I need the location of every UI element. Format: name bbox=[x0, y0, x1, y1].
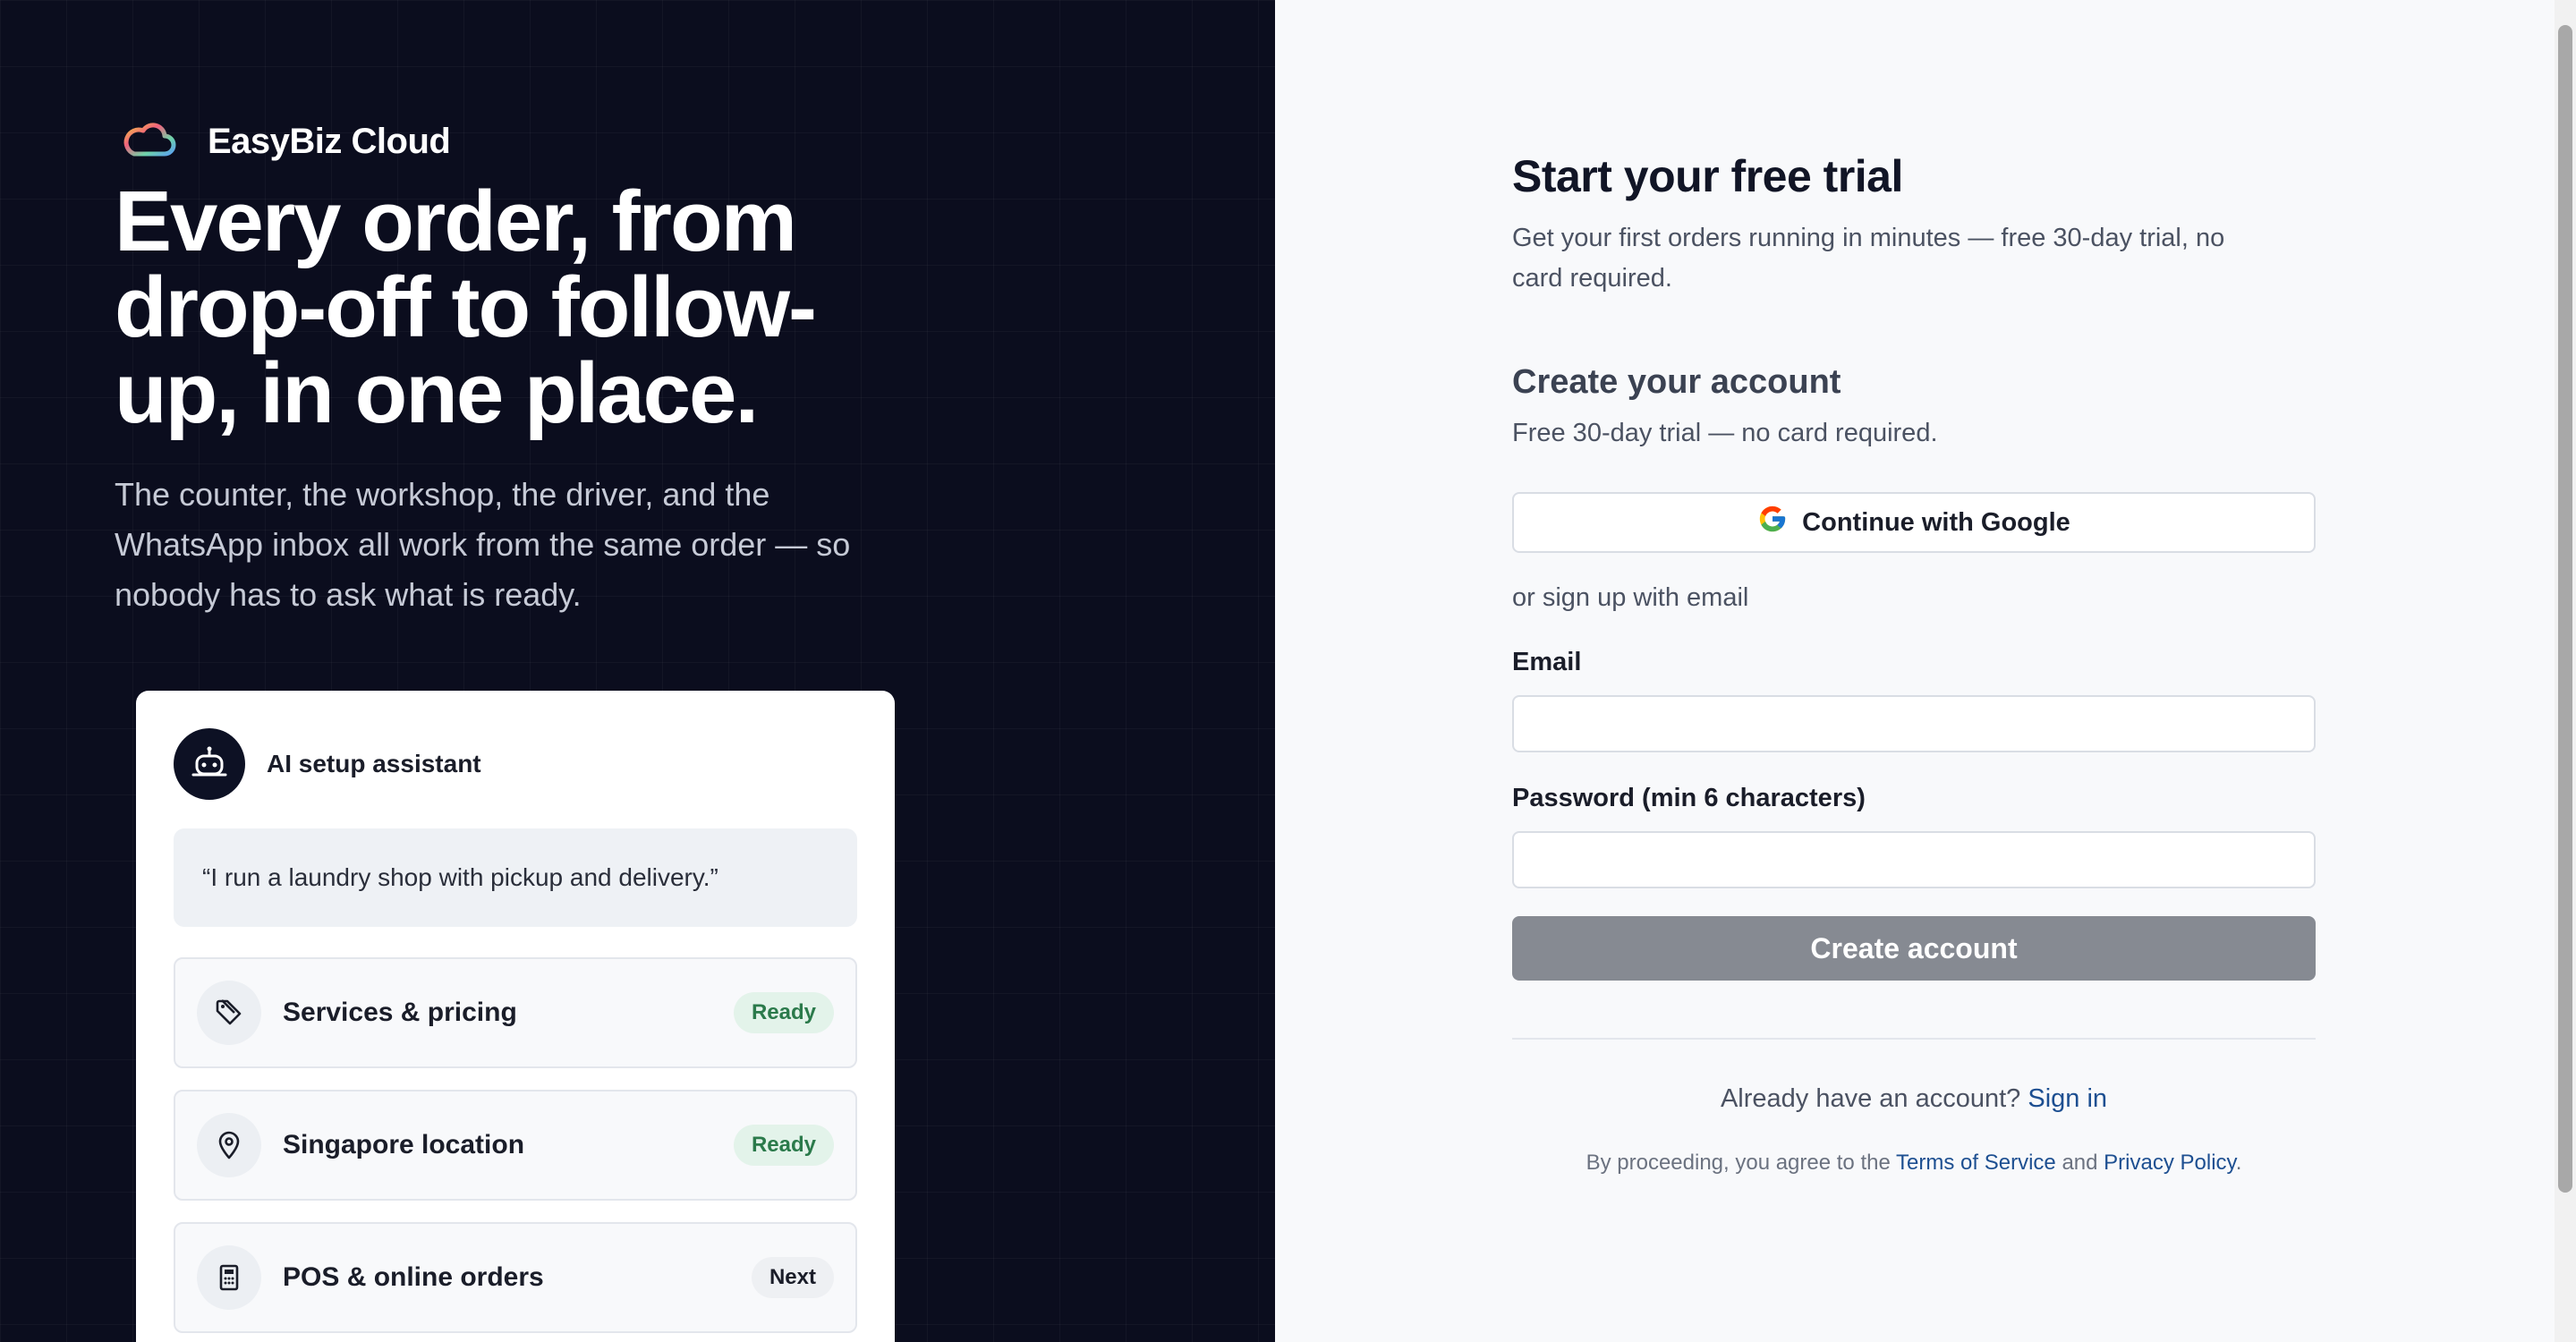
ai-assistant-card: AI setup assistant “I run a laundry shop… bbox=[136, 691, 895, 1342]
status-badge: Ready bbox=[733, 992, 834, 1033]
legal-and: and bbox=[2062, 1151, 2098, 1175]
status-badge: Ready bbox=[733, 1125, 834, 1166]
step-label: Singapore location bbox=[283, 1130, 525, 1159]
google-signin-button[interactable]: Continue with Google bbox=[1512, 492, 2316, 553]
setup-step-services: Services & pricing Ready bbox=[174, 957, 857, 1068]
signin-prompt-text: Already have an account? bbox=[1720, 1084, 2021, 1113]
email-divider: or sign up with email bbox=[1512, 583, 1749, 612]
setup-step-pos: POS & online orders Next bbox=[174, 1222, 857, 1333]
tag-icon bbox=[197, 981, 261, 1045]
hero-title: Every order, from drop-off to follow-up,… bbox=[115, 174, 817, 441]
terms-link[interactable]: Terms of Service bbox=[1896, 1151, 2056, 1175]
register-icon bbox=[197, 1245, 261, 1310]
signin-prompt: Already have an account? Sign in bbox=[1512, 1084, 2316, 1114]
robot-icon bbox=[174, 728, 245, 800]
map-pin-icon bbox=[197, 1113, 261, 1177]
legal-notice: By proceeding, you agree to the Terms of… bbox=[1512, 1151, 2316, 1176]
legal-suffix: . bbox=[2235, 1151, 2242, 1175]
brand[interactable]: EasyBiz Cloud bbox=[120, 115, 451, 169]
step-label: POS & online orders bbox=[283, 1262, 544, 1292]
brand-name: EasyBiz Cloud bbox=[208, 122, 451, 161]
assistant-label: AI setup assistant bbox=[267, 750, 481, 777]
scrollbar-thumb[interactable] bbox=[2558, 25, 2572, 1193]
signin-link[interactable]: Sign in bbox=[2028, 1084, 2107, 1113]
section-subheading: Free 30-day trial — no card required. bbox=[1512, 419, 1938, 447]
password-field[interactable] bbox=[1512, 831, 2316, 888]
cloud-logo-icon bbox=[120, 115, 179, 169]
hero-subtitle: The counter, the workshop, the driver, a… bbox=[115, 476, 851, 613]
email-field[interactable] bbox=[1512, 695, 2316, 752]
email-label: Email bbox=[1512, 648, 1582, 676]
privacy-link[interactable]: Privacy Policy bbox=[2104, 1151, 2236, 1175]
step-label: Services & pricing bbox=[283, 998, 517, 1027]
page-lead: Get your first orders running in minutes… bbox=[1512, 224, 2225, 293]
status-badge: Next bbox=[751, 1257, 834, 1298]
marketing-panel: EasyBiz Cloud Every order, from drop-off… bbox=[0, 0, 1275, 1342]
assistant-header: AI setup assistant bbox=[174, 728, 481, 800]
signup-panel bbox=[1275, 0, 2555, 1342]
google-icon bbox=[1757, 504, 1802, 541]
password-label: Password (min 6 characters) bbox=[1512, 784, 1866, 812]
section-heading: Create your account bbox=[1512, 363, 1841, 401]
create-account-button[interactable]: Create account bbox=[1512, 916, 2316, 981]
setup-step-location: Singapore location Ready bbox=[174, 1090, 857, 1201]
divider bbox=[1512, 1038, 2316, 1040]
assistant-prompt-quote: “I run a laundry shop with pickup and de… bbox=[174, 828, 857, 927]
page-title: Start your free trial bbox=[1512, 151, 1903, 201]
google-button-label: Continue with Google bbox=[1802, 507, 2070, 537]
legal-prefix: By proceeding, you agree to the bbox=[1586, 1151, 1891, 1175]
